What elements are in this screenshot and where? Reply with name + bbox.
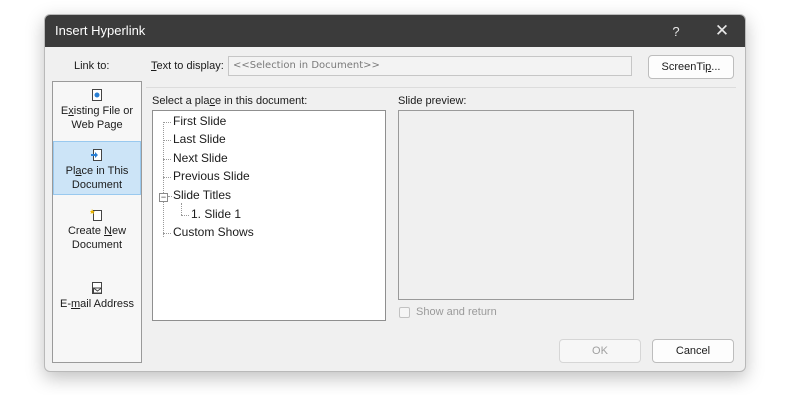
tree-connector [163,140,171,141]
tree-connector [181,215,189,216]
link-to-new-document[interactable]: Create New Document [53,208,141,258]
tree-item-slide-titles[interactable]: Slide Titles [173,188,231,202]
close-button[interactable]: ✕ [699,15,745,47]
insert-hyperlink-dialog: Insert Hyperlink ? ✕ Link to: Existing F… [44,14,746,372]
link-to-label: Link to: [74,60,110,72]
show-and-return-label: Show and return [416,306,497,318]
cancel-button[interactable]: Cancel [652,339,734,363]
link-to-place-in-document[interactable]: Place in This Document [53,141,141,195]
link-to-existing-file-label: Existing File or Web Page [60,105,134,131]
new-document-icon [90,209,102,221]
link-to-panel: Existing File or Web Page Place in This Do… [52,81,142,363]
tree-item-first-slide[interactable]: First Slide [173,114,226,128]
help-button[interactable]: ? [653,15,699,47]
select-place-label: Select a place in this document: [152,95,308,107]
tree-item-previous-slide[interactable]: Previous Slide [173,169,250,183]
link-to-place-label: Place in This Document [65,165,129,191]
collapse-toggle[interactable]: − [159,193,168,202]
email-icon [92,282,102,294]
text-to-display-label: Text to display: [151,60,224,72]
tree-item-next-slide[interactable]: Next Slide [173,151,228,165]
tree-item-custom-shows[interactable]: Custom Shows [173,225,254,239]
slide-preview-box [398,110,634,300]
tree-connector [163,233,171,234]
document-place-tree[interactable]: − First Slide Last Slide Next Slide Prev… [152,110,386,321]
tree-connector [163,122,171,123]
show-and-return-checkbox[interactable] [399,307,410,318]
place-in-document-icon [91,149,102,161]
tree-item-last-slide[interactable]: Last Slide [173,132,226,146]
title-bar: Insert Hyperlink ? ✕ [45,15,745,47]
dialog-title: Insert Hyperlink [55,23,146,38]
ok-button[interactable]: OK [559,339,641,363]
tree-connector [181,203,182,215]
slide-preview-label: Slide preview: [398,95,467,107]
screentip-button[interactable]: ScreenTi p... [648,55,734,79]
tree-connector [168,196,172,197]
divider [146,87,736,88]
tree-item-slide-1[interactable]: 1. Slide 1 [191,207,241,221]
link-to-existing-file[interactable]: Existing File or Web Page [53,88,141,138]
link-to-email-label: E-mail Address [60,298,134,310]
tree-connector [163,159,171,160]
tree-connector [163,177,171,178]
existing-file-icon [92,89,102,101]
link-to-email-address[interactable]: E-mail Address [53,281,141,321]
text-to-display-input[interactable]: <<Selection in Document>> [228,56,632,76]
link-to-new-document-label: Create New Document [67,225,127,251]
